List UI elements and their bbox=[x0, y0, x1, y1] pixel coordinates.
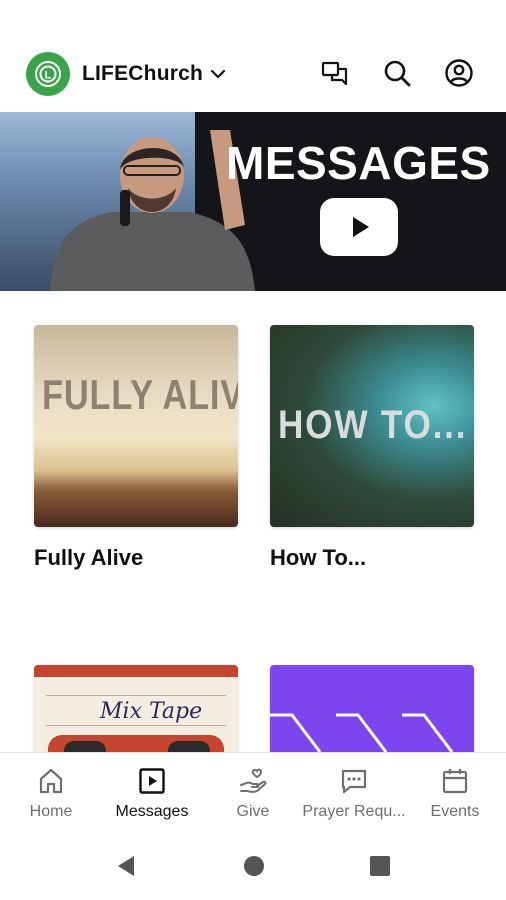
home-icon bbox=[39, 768, 63, 794]
nav-home[interactable]: Home bbox=[0, 767, 102, 821]
series-artwork: Mix Tape bbox=[34, 665, 238, 752]
series-card-fully-alive[interactable]: FULLY ALIVE Fully Alive bbox=[34, 325, 238, 571]
app-header: L LIFEChurch bbox=[0, 0, 506, 112]
nav-label-messages: Messages bbox=[115, 803, 189, 820]
church-name[interactable]: LIFEChurch bbox=[82, 62, 203, 86]
nav-label-home: Home bbox=[29, 803, 73, 820]
nav-messages[interactable]: Messages bbox=[101, 767, 203, 821]
svg-text:L: L bbox=[45, 70, 52, 82]
series-artwork: HOW TO... bbox=[270, 325, 474, 527]
profile-icon[interactable] bbox=[444, 58, 474, 88]
calendar-icon bbox=[442, 769, 468, 794]
artwork-text: HOW TO... bbox=[278, 403, 468, 447]
banner-title: MESSAGES bbox=[226, 137, 491, 189]
series-card-how-to[interactable]: HOW TO... How To... bbox=[270, 325, 474, 571]
home-circle-icon[interactable] bbox=[242, 854, 266, 878]
artwork-text: Mix Tape bbox=[100, 699, 203, 724]
church-logo[interactable]: L bbox=[26, 52, 70, 96]
series-card-mix-tape[interactable]: Mix Tape bbox=[34, 665, 238, 752]
church-logo-icon: L bbox=[35, 61, 61, 87]
system-nav-bar bbox=[0, 832, 506, 900]
chevron-down-icon[interactable] bbox=[208, 66, 228, 82]
chat-icon[interactable] bbox=[320, 58, 350, 88]
back-icon[interactable] bbox=[114, 854, 138, 878]
messages-banner[interactable]: MESSAGES bbox=[0, 112, 506, 291]
nav-label-prayer-requests: Prayer Requ... bbox=[302, 803, 406, 820]
artwork-text: FULLY ALIVE bbox=[42, 371, 238, 418]
series-title: Fully Alive bbox=[34, 545, 144, 570]
nav-events[interactable]: Events bbox=[404, 767, 506, 821]
chat-dots-icon bbox=[341, 769, 367, 794]
nav-prayer-requests[interactable]: Prayer Requ... bbox=[302, 767, 406, 821]
series-artwork bbox=[270, 665, 474, 752]
play-box-icon bbox=[139, 768, 165, 794]
search-icon[interactable] bbox=[382, 58, 412, 88]
bottom-nav: Home Messages Give Prayer Requ... Events bbox=[0, 752, 506, 832]
series-card-purple[interactable] bbox=[270, 665, 474, 752]
play-icon bbox=[353, 217, 369, 237]
play-button[interactable] bbox=[320, 198, 398, 256]
give-hand-icon bbox=[240, 768, 267, 793]
recents-icon[interactable] bbox=[368, 854, 392, 878]
artwork-pattern bbox=[270, 713, 454, 752]
series-artwork: FULLY ALIVE bbox=[34, 325, 238, 527]
series-title: How To... bbox=[270, 545, 367, 570]
nav-label-events: Events bbox=[430, 803, 480, 820]
nav-give[interactable]: Give bbox=[202, 767, 304, 821]
nav-label-give: Give bbox=[236, 803, 270, 820]
